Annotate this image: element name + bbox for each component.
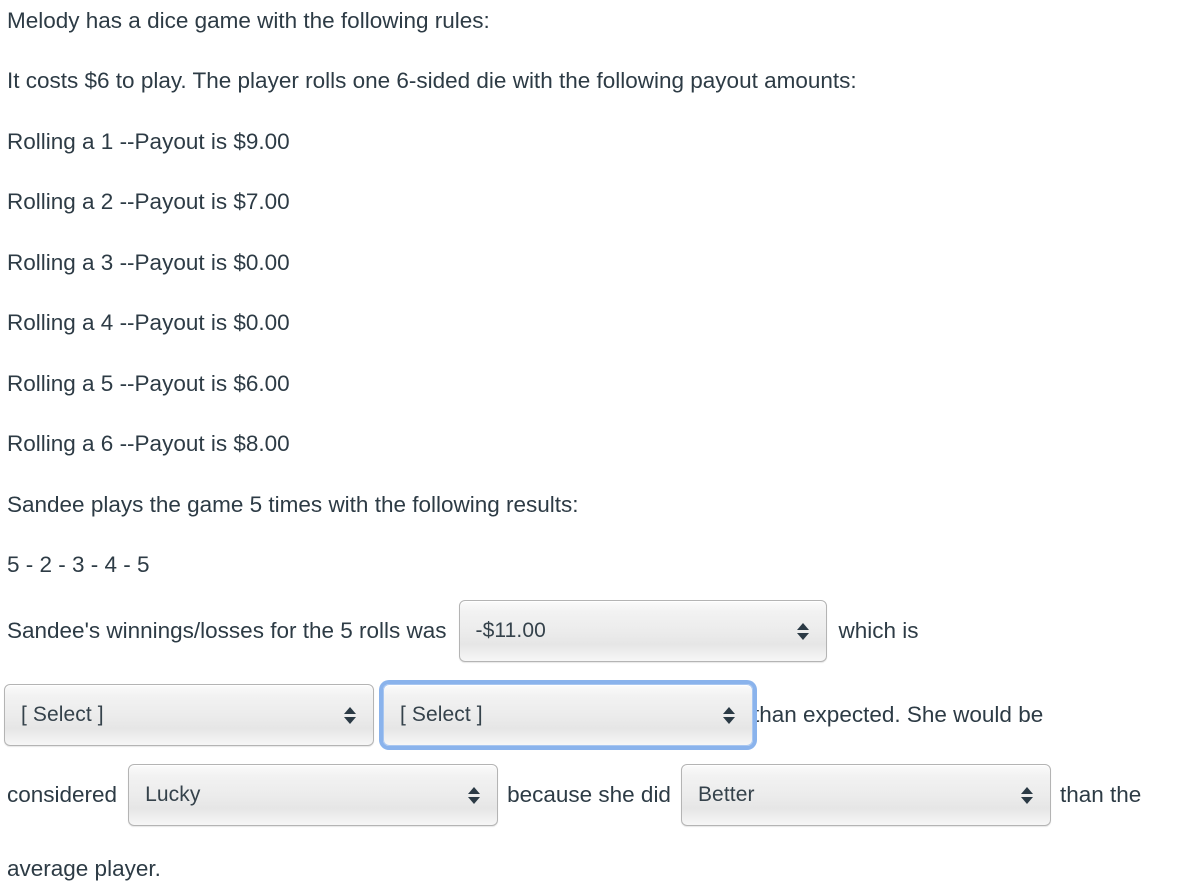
winnings-row: Sandee's winnings/losses for the 5 rolls… [7, 600, 919, 662]
chevron-updown-icon [344, 702, 356, 728]
payout-line-2: Rolling a 2 --Payout is $7.00 [7, 189, 290, 214]
comparison-row: [ Select ] [ Select ] than expected. She… [4, 684, 1043, 746]
chevron-updown-icon [468, 782, 481, 808]
considered-row: considered Lucky because she did Better … [7, 764, 1141, 826]
considered-label: considered [7, 781, 118, 807]
question-body: Melody has a dice game with the followin… [0, 0, 1200, 896]
luck-value: Lucky [145, 782, 201, 806]
luck-dropdown[interactable]: Lucky [128, 764, 499, 826]
winnings-amount-dropdown[interactable]: -$11.00 [458, 600, 827, 662]
comparison-dropdown-b[interactable]: [ Select ] [383, 684, 753, 746]
comparison-b-value: [ Select ] [400, 702, 483, 726]
because-label: because she did [507, 781, 671, 807]
performance-value: Better [697, 782, 755, 806]
plays-text: Sandee plays the game 5 times with the f… [7, 492, 579, 517]
intro-text: Melody has a dice game with the followin… [7, 8, 490, 33]
chevron-updown-icon [723, 702, 735, 728]
payout-line-1: Rolling a 1 --Payout is $9.00 [7, 129, 290, 154]
payout-line-5: Rolling a 5 --Payout is $6.00 [7, 371, 290, 396]
chevron-updown-icon [796, 618, 809, 644]
average-player-text: average player. [7, 856, 161, 881]
than-expected-label: than expected. She would be [753, 701, 1044, 727]
winnings-suffix-label: which is [838, 617, 919, 643]
cost-text: It costs $6 to play. The player rolls on… [7, 68, 857, 93]
winnings-amount-value: -$11.00 [475, 618, 546, 642]
chevron-updown-icon [1020, 782, 1033, 808]
results-text: 5 - 2 - 3 - 4 - 5 [7, 552, 150, 577]
payout-line-6: Rolling a 6 --Payout is $8.00 [7, 431, 290, 456]
payout-line-3: Rolling a 3 --Payout is $0.00 [7, 250, 290, 275]
performance-dropdown[interactable]: Better [680, 764, 1051, 826]
than-the-label: than the [1059, 781, 1142, 807]
winnings-prefix-label: Sandee's winnings/losses for the 5 rolls… [7, 617, 447, 643]
payout-line-4: Rolling a 4 --Payout is $0.00 [7, 310, 290, 335]
comparison-dropdown-a[interactable]: [ Select ] [4, 684, 374, 746]
comparison-a-value: [ Select ] [21, 702, 104, 726]
